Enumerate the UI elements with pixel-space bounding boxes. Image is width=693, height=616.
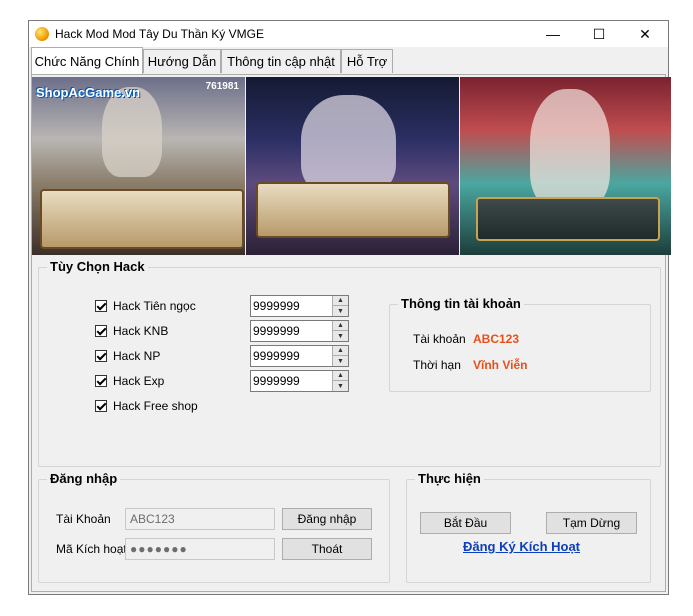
spinner-value[interactable]: 9999999 — [253, 324, 300, 338]
minimize-button[interactable]: — — [530, 21, 576, 47]
login-title: Đăng nhập — [47, 471, 121, 486]
execute-group: Thực hiện Bắt Đầu Tạm Dừng Đăng Ký Kích … — [406, 471, 651, 583]
spinner-buttons: ▲ ▼ — [332, 321, 348, 341]
checkbox-label: Hack NP — [113, 349, 161, 363]
execute-title: Thực hiện — [415, 471, 484, 486]
checkbox-checked-icon[interactable] — [95, 350, 107, 362]
checkbox-label: Hack Exp — [113, 374, 165, 388]
spin-up-icon[interactable]: ▲ — [333, 321, 348, 331]
tab-guide[interactable]: Hướng Dẫn — [143, 49, 221, 73]
tab-update-info[interactable]: Thông tin cập nhật — [221, 49, 341, 73]
game-item-panel — [40, 189, 244, 249]
register-activation-link[interactable]: Đăng Ký Kích Hoạt — [463, 539, 580, 554]
expiry-label: Thời hạn — [413, 358, 461, 372]
game-screenshot-2 — [246, 77, 459, 255]
spinner-value[interactable]: 9999999 — [253, 299, 300, 313]
window-title: Hack Mod Mod Tây Du Thần Ký VMGE — [55, 27, 264, 41]
spinner-buttons: ▲ ▼ — [332, 346, 348, 366]
main-tab-panel: ShopAcGame.vn 761981 Tùy Chọn Hack Hack … — [31, 74, 671, 592]
account-info-group: Thông tin tài khoản Tài khoản ABC123 Thờ… — [389, 296, 651, 392]
checkbox-hack-knb[interactable]: Hack KNB — [95, 323, 245, 339]
checkbox-label: Hack KNB — [113, 324, 169, 338]
maximize-button[interactable]: ☐ — [576, 21, 622, 47]
checkbox-hack-free-shop[interactable]: Hack Free shop — [95, 398, 245, 414]
spinner-buttons: ▲ ▼ — [332, 371, 348, 391]
spinner-buttons: ▲ ▼ — [332, 296, 348, 316]
spin-down-icon[interactable]: ▼ — [333, 331, 348, 341]
tab-support[interactable]: Hỗ Trợ — [341, 49, 393, 73]
checkbox-hack-tien-ngoc[interactable]: Hack Tiên ngọc — [95, 298, 245, 314]
account-info-title: Thông tin tài khoản — [398, 296, 524, 311]
game-screenshot-3 — [460, 77, 671, 255]
exit-button[interactable]: Thoát — [282, 538, 372, 560]
spinner-tien-ngoc[interactable]: 9999999 ▲ ▼ — [250, 295, 349, 317]
spin-down-icon[interactable]: ▼ — [333, 306, 348, 316]
start-button[interactable]: Bắt Đầu — [420, 512, 511, 534]
title-bar[interactable]: Hack Mod Mod Tây Du Thần Ký VMGE — ☐ ✕ — [29, 21, 668, 47]
account-label: Tài khoản — [413, 332, 466, 346]
checkbox-checked-icon[interactable] — [95, 300, 107, 312]
checkbox-label: Hack Free shop — [113, 399, 198, 413]
game-screenshot-1: ShopAcGame.vn 761981 — [32, 77, 245, 255]
spin-up-icon[interactable]: ▲ — [333, 371, 348, 381]
login-account-field[interactable]: ABC123 — [125, 508, 275, 530]
spinner-value[interactable]: 9999999 — [253, 349, 300, 363]
tab-main-functions[interactable]: Chức Năng Chính — [31, 47, 143, 75]
checkbox-label: Hack Tiên ngọc — [113, 299, 196, 313]
game-dialog-panel — [476, 197, 660, 241]
spin-up-icon[interactable]: ▲ — [333, 346, 348, 356]
banner-watermark: ShopAcGame.vn — [36, 85, 141, 100]
spinner-exp[interactable]: 9999999 ▲ ▼ — [250, 370, 349, 392]
spin-down-icon[interactable]: ▼ — [333, 381, 348, 391]
checkbox-checked-icon[interactable] — [95, 375, 107, 387]
login-account-label: Tài Khoản — [56, 512, 111, 526]
account-value: ABC123 — [473, 332, 520, 346]
pause-button[interactable]: Tạm Dừng — [546, 512, 637, 534]
spin-down-icon[interactable]: ▼ — [333, 356, 348, 366]
login-group: Đăng nhập Tài Khoản ABC123 Đăng nhập Mã … — [38, 471, 390, 583]
close-button[interactable]: ✕ — [622, 21, 668, 47]
checkbox-checked-icon[interactable] — [95, 400, 107, 412]
app-coin-icon — [35, 27, 49, 41]
app-window: Hack Mod Mod Tây Du Thần Ký VMGE — ☐ ✕ C… — [28, 20, 671, 595]
spinner-np[interactable]: 9999999 ▲ ▼ — [250, 345, 349, 367]
login-button[interactable]: Đăng nhập — [282, 508, 372, 530]
spinner-knb[interactable]: 9999999 ▲ ▼ — [250, 320, 349, 342]
activation-key-label: Mã Kích hoạt — [56, 542, 127, 556]
checkbox-checked-icon[interactable] — [95, 325, 107, 337]
spinner-value[interactable]: 9999999 — [253, 374, 300, 388]
character-figure — [102, 87, 162, 177]
banner-score: 761981 — [205, 81, 239, 92]
hack-options-title: Tùy Chọn Hack — [47, 259, 148, 274]
checkbox-hack-np[interactable]: Hack NP — [95, 348, 245, 364]
character-figure — [530, 89, 610, 209]
game-banner: ShopAcGame.vn 761981 — [32, 77, 671, 255]
hack-options-group: Tùy Chọn Hack Hack Tiên ngọc 9999999 ▲ ▼… — [38, 259, 661, 467]
spin-up-icon[interactable]: ▲ — [333, 296, 348, 306]
game-dialog-panel — [256, 182, 450, 238]
activation-key-field[interactable]: ●●●●●●● — [125, 538, 275, 560]
character-figure — [301, 95, 396, 195]
expiry-value: Vĩnh Viễn — [473, 358, 528, 372]
checkbox-hack-exp[interactable]: Hack Exp — [95, 373, 245, 389]
